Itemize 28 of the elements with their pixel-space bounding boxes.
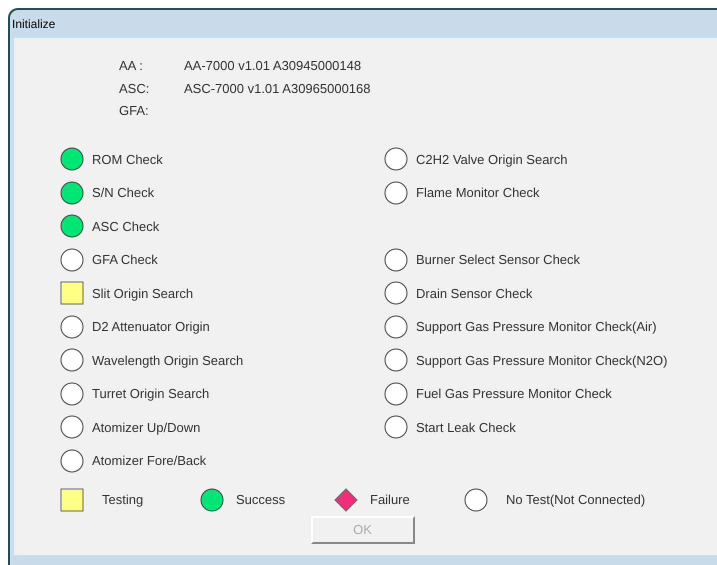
legend-label: Success <box>236 490 286 509</box>
field-label: GFA: <box>119 102 150 120</box>
legend-label: Testing <box>102 490 144 509</box>
check-label: Fuel Gas Pressure Monitor Check <box>416 385 612 403</box>
check-label: GFA Check <box>92 251 158 269</box>
field-value: ASC-7000 v1.01 A30965000168 <box>184 80 370 98</box>
check-label: Start Leak Check <box>416 418 516 436</box>
check-label: D2 Attenuator Origin <box>92 318 210 336</box>
check-label: ASC Check <box>92 218 160 236</box>
check-label: Wavelength Origin Search <box>92 352 244 370</box>
check-label: Burner Select Sensor Check <box>416 251 580 269</box>
check-label: Atomizer Fore/Back <box>92 452 206 470</box>
check-label: Support Gas Pressure Monitor Check(Air) <box>416 318 657 336</box>
check-label: Support Gas Pressure Monitor Check(N2O) <box>416 352 668 370</box>
field-label: AA : <box>119 57 144 75</box>
check-label: Turret Origin Search <box>92 385 210 403</box>
check-label: C2H2 Valve Origin Search <box>416 150 568 169</box>
check-label: Slit Origin Search <box>92 284 194 303</box>
legend-label: No Test(Not Connected) <box>506 490 646 509</box>
legend-label: Failure <box>370 490 410 509</box>
check-label: Drain Sensor Check <box>416 284 532 302</box>
field-label: ASC: <box>119 80 150 98</box>
check-label: Atomizer Up/Down <box>92 418 200 437</box>
check-label: S/N Check <box>92 184 154 202</box>
window-title: Initialize <box>12 16 56 33</box>
check-label: ROM Check <box>92 150 163 168</box>
check-label: Flame Monitor Check <box>416 184 540 202</box>
field-value: AA-7000 v1.01 A30945000148 <box>184 57 362 75</box>
